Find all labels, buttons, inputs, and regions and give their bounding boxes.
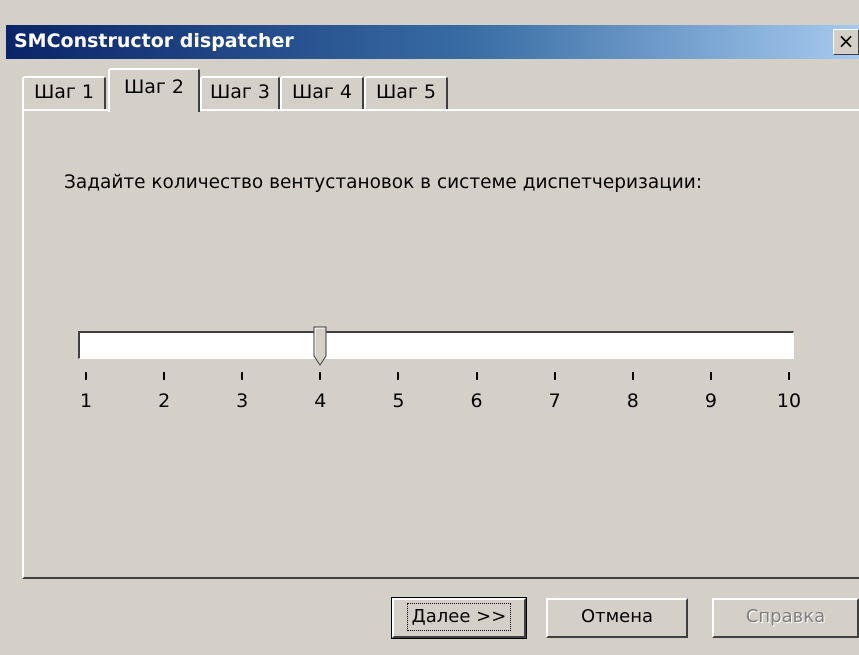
close-icon[interactable]: × <box>833 29 859 55</box>
slider-tick <box>397 372 400 380</box>
slider-tick-label: 10 <box>776 390 802 412</box>
step-prompt: Задайте количество вентустановок в систе… <box>64 172 703 193</box>
slider-tick <box>163 372 166 380</box>
slider-tick-label: 1 <box>79 390 93 412</box>
tab-step-2[interactable]: Шаг 2 <box>108 68 200 112</box>
slider-tick <box>241 372 244 380</box>
slider-tick <box>85 372 87 380</box>
slider-tick-label: 3 <box>236 390 249 412</box>
title-bar[interactable]: SMConstructor dispatcher × <box>6 25 859 59</box>
tab-step-4[interactable]: Шаг 4 <box>280 76 364 109</box>
slider-tick-label: 5 <box>392 390 405 412</box>
next-button-label: Далее >> <box>406 603 512 631</box>
dialog-window: SMConstructor dispatcher × Шаг 1 Шаг 2 Ш… <box>0 0 859 655</box>
slider-tick-label: 9 <box>704 390 717 412</box>
tab-step-1[interactable]: Шаг 1 <box>22 76 106 109</box>
help-button[interactable]: Справка <box>712 598 859 638</box>
slider-thumb[interactable] <box>313 326 327 366</box>
slider-tick-label: 8 <box>626 390 639 412</box>
next-button[interactable]: Далее >> <box>391 597 527 639</box>
tab-step-5[interactable]: Шаг 5 <box>364 76 448 109</box>
slider-tick-label: 4 <box>314 390 327 412</box>
slider-track[interactable] <box>78 331 794 359</box>
slider-tick <box>788 372 790 380</box>
window-title: SMConstructor dispatcher <box>14 30 294 52</box>
slider-tick <box>709 372 712 380</box>
cancel-button[interactable]: Отмена <box>546 598 688 638</box>
tab-step-3[interactable]: Шаг 3 <box>200 76 280 109</box>
slider-tick <box>319 372 322 380</box>
slider-tick-label: 2 <box>158 390 171 412</box>
slider-tick <box>631 372 634 380</box>
slider-tick <box>553 372 556 380</box>
slider-tick-label: 6 <box>470 390 483 412</box>
slider-tick-label: 7 <box>548 390 561 412</box>
slider-tick <box>475 372 478 380</box>
